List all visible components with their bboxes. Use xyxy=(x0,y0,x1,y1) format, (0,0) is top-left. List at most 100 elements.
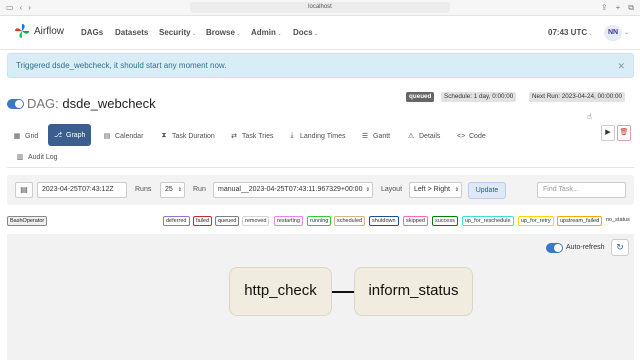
delete-dag-button[interactable]: 🗑 xyxy=(617,125,631,141)
tab-task-tries[interactable]: ⇄ Task Tries xyxy=(226,126,278,146)
legend-success[interactable]: success xyxy=(432,216,458,226)
legend-upstream-failed[interactable]: upstream_failed xyxy=(557,216,603,226)
runs-value: 25 xyxy=(165,186,173,193)
utc-clock[interactable]: 07:43 UTC ⌄ xyxy=(548,28,593,37)
base-date-input[interactable]: 2023-04-25T07:43:12Z xyxy=(37,182,127,198)
tab-graph-label: Graph xyxy=(66,131,86,139)
task-node-http-check[interactable]: http_check xyxy=(229,267,332,316)
run-value: manual__2023-04-25T07:43:11.967329+00:00 xyxy=(218,186,363,193)
legend-scheduled[interactable]: scheduled xyxy=(334,216,366,226)
tab-details-label: Details xyxy=(419,132,441,140)
landing-icon: ⤓ xyxy=(290,132,294,139)
layout-label: Layout xyxy=(381,186,403,193)
runs-label: Runs xyxy=(135,186,152,193)
refresh-button[interactable]: ↻ xyxy=(611,239,629,256)
tab-grid-label: Grid xyxy=(25,132,39,140)
mouse-cursor-icon: ☝ xyxy=(587,112,592,121)
chevron-down-icon: ⌄ xyxy=(190,31,197,37)
graph-icon: ⎇ xyxy=(54,132,63,139)
run-label: Run xyxy=(193,186,206,193)
legend-removed[interactable]: removed xyxy=(242,216,270,226)
address-bar[interactable]: localhost xyxy=(190,2,450,13)
run-select[interactable]: manual__2023-04-25T07:43:11.967329+00:00… xyxy=(213,182,373,198)
tabs-overview-icon[interactable]: ⧉ xyxy=(628,3,634,13)
legend-up-for-reschedule[interactable]: up_for_reschedule xyxy=(462,216,514,226)
tab-audit-log-label: Audit Log xyxy=(28,153,58,161)
top-navbar: Airflow DAGs Datasets Security ⌄ Browse … xyxy=(0,16,640,50)
runs-select[interactable]: 25 ⇕ xyxy=(160,182,185,198)
sidebar-toggle-icon[interactable]: ▭ xyxy=(6,3,14,12)
nav-datasets[interactable]: Datasets xyxy=(115,28,148,37)
dag-name[interactable]: dsde_webcheck xyxy=(62,96,155,111)
trigger-dag-button[interactable]: ▶ xyxy=(601,125,615,141)
nav-dags[interactable]: DAGs xyxy=(81,28,103,37)
nav-docs[interactable]: Docs ⌄ xyxy=(293,28,318,37)
next-run-badge: Next Run: 2023-04-24, 00:00:00 xyxy=(529,92,625,102)
tab-gantt[interactable]: ☰ Gantt xyxy=(357,126,394,146)
layout-select[interactable]: Left > Right ⇕ xyxy=(409,182,462,198)
dag-pause-toggle[interactable] xyxy=(7,99,24,109)
hourglass-icon: ⧗ xyxy=(161,132,167,139)
nav-security[interactable]: Security ⌄ xyxy=(159,28,196,37)
back-icon[interactable]: ‹ xyxy=(20,3,23,12)
tab-calendar-label: Calendar xyxy=(115,132,144,140)
forward-icon[interactable]: › xyxy=(28,3,31,12)
close-icon[interactable]: ✕ xyxy=(617,61,625,72)
legend-shutdown[interactable]: shutdown xyxy=(369,216,399,226)
browser-actions: ⇪ + ⧉ xyxy=(601,3,634,13)
update-button[interactable]: Update xyxy=(468,182,506,199)
auto-refresh-toggle[interactable] xyxy=(546,243,563,253)
nav-browse[interactable]: Browse ⌄ xyxy=(206,28,241,37)
legend-running[interactable]: running xyxy=(307,216,332,226)
nav-admin-label: Admin xyxy=(251,28,276,37)
airflow-logo[interactable]: Airflow xyxy=(14,23,64,39)
calendar-icon: ▤ xyxy=(20,185,28,194)
legend-deferred[interactable]: deferred xyxy=(163,216,190,226)
dag-title: DAG: dsde_webcheck xyxy=(27,96,156,111)
select-arrows-icon: ⇕ xyxy=(177,187,182,193)
legend-failed[interactable]: failed xyxy=(193,216,213,226)
operator-tag: BashOperator xyxy=(7,216,48,226)
refresh-icon: ↻ xyxy=(616,242,624,252)
code-icon: <> xyxy=(457,132,466,140)
tab-task-tries-label: Task Tries xyxy=(242,132,274,140)
legend-queued[interactable]: queued xyxy=(215,216,240,226)
task-node-inform-status[interactable]: inform_status xyxy=(354,267,473,316)
legend-no-status: no_status xyxy=(606,217,630,223)
tab-grid[interactable]: ▦ Grid xyxy=(9,126,42,146)
tab-audit-log[interactable]: ▥ Audit Log xyxy=(12,147,62,167)
log-icon: ▥ xyxy=(16,154,24,161)
gantt-icon: ☰ xyxy=(361,133,369,140)
new-tab-icon[interactable]: + xyxy=(616,3,621,13)
chevron-down-icon: ⌄ xyxy=(234,31,241,37)
user-avatar[interactable]: NN xyxy=(604,25,622,41)
tab-code[interactable]: <> Code xyxy=(453,126,490,146)
select-arrows-icon: ⇕ xyxy=(454,187,459,193)
chevron-down-icon: ⌄ xyxy=(275,31,282,37)
grid-icon: ▦ xyxy=(13,133,21,140)
tab-task-duration[interactable]: ⧗ Task Duration xyxy=(156,126,219,146)
legend-restarting[interactable]: restarting xyxy=(274,216,303,226)
nav-admin[interactable]: Admin ⌄ xyxy=(251,28,281,37)
legend-up-for-retry[interactable]: up_for_retry xyxy=(518,216,554,226)
nav-docs-label: Docs xyxy=(293,28,313,37)
tab-landing-times[interactable]: ⤓ Landing Times xyxy=(284,126,350,146)
layout-value: Left > Right xyxy=(414,186,450,193)
select-arrows-icon: ⇕ xyxy=(365,183,370,197)
chevron-down-icon[interactable]: ⌄ xyxy=(624,29,629,36)
find-task-input[interactable]: Find Task... xyxy=(537,182,626,198)
dag-state-badge: queued xyxy=(406,92,435,102)
clock-label: 07:43 UTC xyxy=(548,28,588,37)
tab-code-label: Code xyxy=(469,132,486,140)
auto-refresh-label: Auto-refresh xyxy=(566,244,605,251)
tab-gantt-label: Gantt xyxy=(373,132,391,140)
tab-details[interactable]: ⚠ Details xyxy=(403,126,444,146)
date-picker-button[interactable]: ▤ xyxy=(15,182,33,198)
tabs-divider xyxy=(7,167,634,168)
tab-calendar[interactable]: ▤ Calendar xyxy=(99,126,147,146)
legend-skipped[interactable]: skipped xyxy=(403,216,428,226)
tab-landing-times-label: Landing Times xyxy=(300,132,346,140)
task-edge xyxy=(332,291,354,293)
share-icon[interactable]: ⇪ xyxy=(601,3,608,13)
tab-graph[interactable]: ⎇ Graph xyxy=(48,124,92,146)
